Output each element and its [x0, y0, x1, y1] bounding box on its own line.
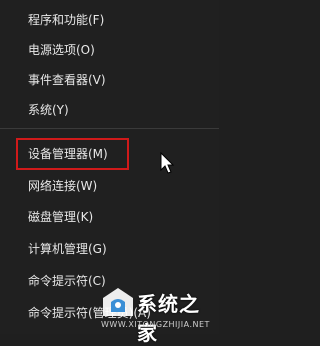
menu-item-power-options[interactable]: 电源选项(O) — [0, 35, 219, 65]
menu-item-computer-management[interactable]: 计算机管理(G) — [0, 234, 219, 264]
winx-context-menu: 程序和功能(F) 电源选项(O) 事件查看器(V) 系统(Y) 设备管理器(M)… — [0, 0, 219, 345]
menu-item-label: 程序和功能(F) — [28, 13, 105, 27]
menu-item-disk-management[interactable]: 磁盘管理(K) — [0, 202, 219, 232]
menu-item-system[interactable]: 系统(Y) — [0, 95, 219, 125]
menu-item-label: 电源选项(O) — [28, 43, 95, 57]
menu-item-event-viewer[interactable]: 事件查看器(V) — [0, 65, 219, 95]
menu-item-command-prompt-admin[interactable]: 命令提示符(管理员)(A) — [0, 298, 219, 328]
menu-item-label: 命令提示符(C) — [28, 274, 106, 288]
menu-item-label: 系统(Y) — [28, 103, 69, 117]
menu-item-network-connections[interactable]: 网络连接(W) — [0, 171, 219, 201]
menu-divider — [0, 128, 219, 129]
mouse-cursor-icon — [160, 152, 175, 174]
menu-item-label: 命令提示符(管理员)(A) — [28, 306, 151, 320]
menu-item-device-manager[interactable]: 设备管理器(M) — [0, 139, 219, 169]
menu-item-label: 磁盘管理(K) — [28, 210, 94, 224]
menu-item-label: 设备管理器(M) — [28, 147, 108, 161]
menu-item-programs-and-features[interactable]: 程序和功能(F) — [0, 5, 219, 35]
menu-item-label: 网络连接(W) — [28, 179, 98, 193]
menu-item-command-prompt[interactable]: 命令提示符(C) — [0, 266, 219, 296]
menu-item-label: 事件查看器(V) — [28, 73, 106, 87]
menu-item-label: 计算机管理(G) — [28, 242, 107, 256]
